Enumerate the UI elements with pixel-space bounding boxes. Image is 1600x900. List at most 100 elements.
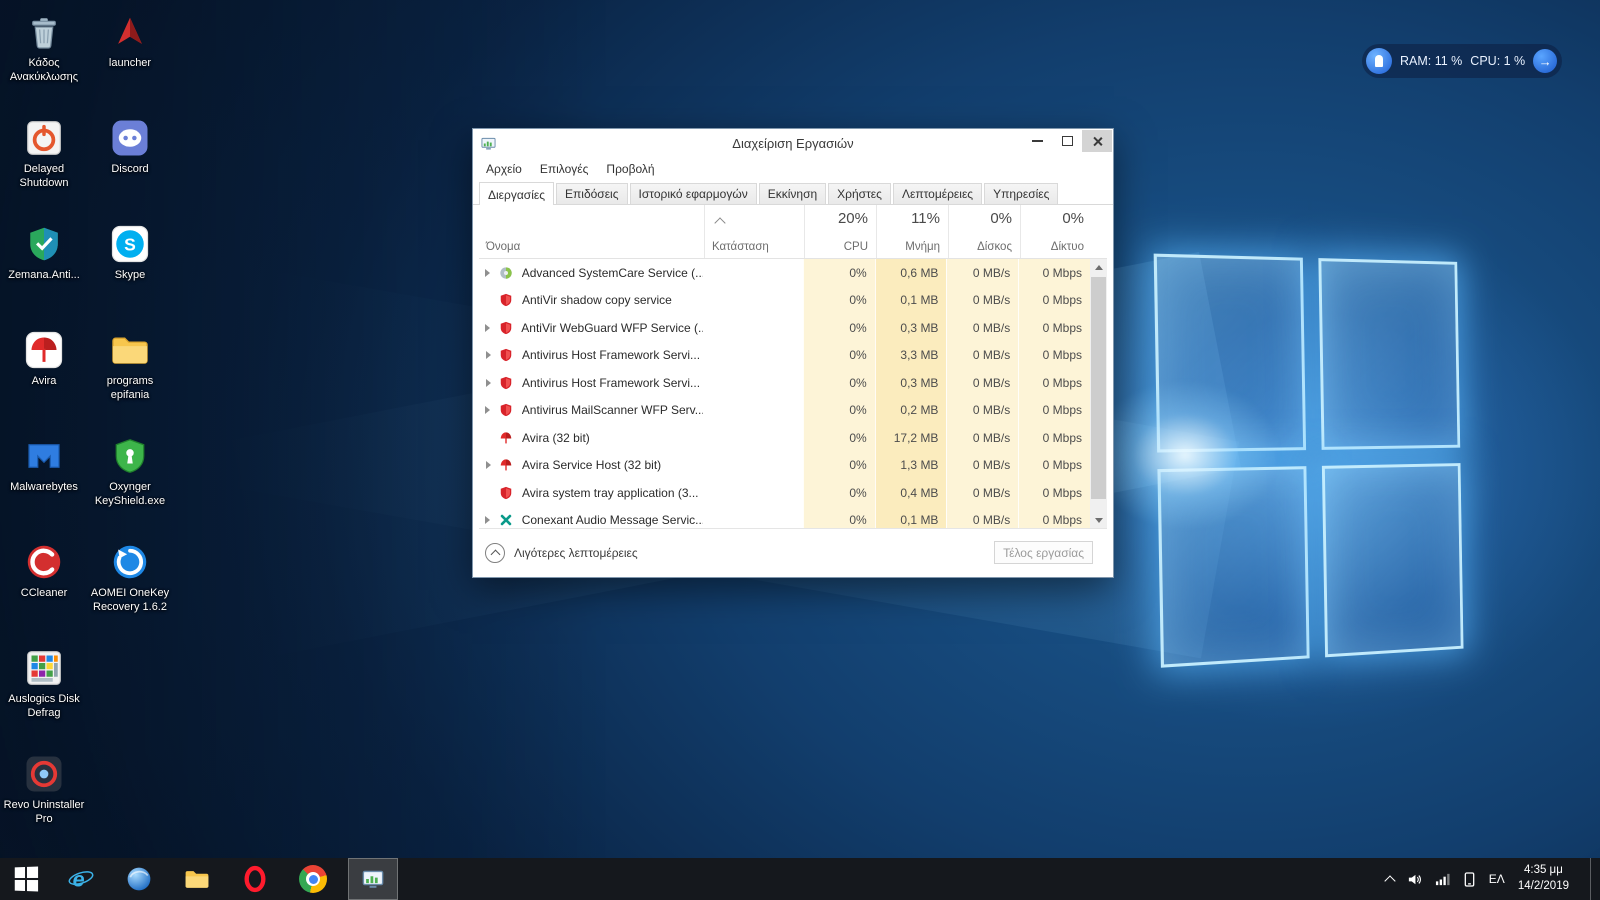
desktop-icon-launcher[interactable]: launcher xyxy=(88,6,172,112)
disk-value: 0 MB/s xyxy=(946,369,1018,397)
process-table: Όνομα Κατάσταση 20% CPU 11% Μνήμη xyxy=(479,205,1107,529)
menu-view[interactable]: Προβολή xyxy=(597,159,663,179)
table-row[interactable]: Conexant Audio Message Servic... 0% 0,1 … xyxy=(479,507,1090,530)
desktop: Κάδος Ανακύκλωσης Delayed Shutdown Zeman… xyxy=(0,0,1600,900)
chrome-button[interactable] xyxy=(284,858,342,900)
expand-chevron-icon[interactable] xyxy=(482,351,494,359)
table-row[interactable]: AntiVir WebGuard WFP Service (... 0% 0,3… xyxy=(479,314,1090,342)
table-row[interactable]: AntiVir shadow copy service 0% 0,1 MB 0 … xyxy=(479,287,1090,315)
cpu-value: 0% xyxy=(803,479,875,507)
process-status xyxy=(703,369,803,397)
task-manager-taskbar-button[interactable] xyxy=(348,858,398,900)
fewer-details-toggle[interactable]: Λιγότερες λεπτομέρειες xyxy=(485,543,638,563)
hidden-icons-chevron[interactable] xyxy=(1386,873,1394,885)
process-name: Antivirus Host Framework Servi... xyxy=(522,376,700,390)
opera-icon xyxy=(241,865,269,893)
expand-chevron-icon[interactable] xyxy=(482,406,494,414)
start-button[interactable] xyxy=(0,858,52,900)
column-header-cpu[interactable]: 20% CPU xyxy=(804,205,876,258)
minimize-button[interactable] xyxy=(1022,130,1052,152)
column-header-network[interactable]: 0% Δίκτυο xyxy=(1020,205,1092,258)
process-status xyxy=(703,424,803,452)
column-header-disk[interactable]: 0% Δίσκος xyxy=(948,205,1020,258)
internet-explorer-button[interactable]: e xyxy=(52,858,110,900)
desktop-icon-recycle-bin[interactable]: Κάδος Ανακύκλωσης xyxy=(2,6,86,112)
scroll-down-button[interactable] xyxy=(1090,512,1107,529)
column-header-name[interactable]: Όνομα xyxy=(479,205,704,258)
tab-performance[interactable]: Επιδόσεις xyxy=(556,183,628,204)
show-desktop-button[interactable] xyxy=(1590,858,1598,900)
desktop-icon-avira[interactable]: Avira xyxy=(2,324,86,430)
ccleaner-icon xyxy=(22,540,66,584)
tab-processes[interactable]: Διεργασίες xyxy=(479,182,554,205)
expand-chevron-icon[interactable] xyxy=(482,516,494,524)
desktop-icon-discord[interactable]: Discord xyxy=(88,112,172,218)
memory-value: 0,1 MB xyxy=(875,287,947,315)
desktop-icon-zemana[interactable]: Zemana.Anti... xyxy=(2,218,86,324)
defrag-blocks-icon xyxy=(22,646,66,690)
expand-chevron-icon[interactable] xyxy=(482,379,494,387)
table-header: Όνομα Κατάσταση 20% CPU 11% Μνήμη xyxy=(479,205,1107,259)
desktop-icon-oxynger[interactable]: Oxynger KeyShield.exe xyxy=(88,430,172,536)
network-value: 0 Mbps xyxy=(1018,397,1090,425)
menu-file[interactable]: Αρχείο xyxy=(477,159,531,179)
network-value: 0 Mbps xyxy=(1018,369,1090,397)
table-row[interactable]: Avira (32 bit) 0% 17,2 MB 0 MB/s 0 Mbps xyxy=(479,424,1090,452)
desktop-icon-delayed-shutdown[interactable]: Delayed Shutdown xyxy=(2,112,86,218)
device-icon[interactable] xyxy=(1463,872,1476,887)
language-indicator[interactable]: ΕΛ xyxy=(1489,872,1505,886)
tab-users[interactable]: Χρήστες xyxy=(828,183,891,204)
column-header-memory[interactable]: 11% Μνήμη xyxy=(876,205,948,258)
desktop-icon-auslogics-defrag[interactable]: Auslogics Disk Defrag xyxy=(2,642,86,748)
scroll-up-button[interactable] xyxy=(1090,259,1107,276)
process-status xyxy=(703,507,803,530)
windows-start-icon xyxy=(15,867,38,892)
process-status xyxy=(703,452,803,480)
table-row[interactable]: Avira Service Host (32 bit) 0% 1,3 MB 0 … xyxy=(479,452,1090,480)
network-value: 0 Mbps xyxy=(1018,479,1090,507)
clock[interactable]: 4:35 μμ 14/2/2019 xyxy=(1518,863,1569,894)
tab-details[interactable]: Λεπτομέρειες xyxy=(893,183,982,204)
opera-button[interactable] xyxy=(226,858,284,900)
table-row[interactable]: Advanced SystemCare Service (... 0% 0,6 … xyxy=(479,259,1090,287)
expand-chevron-icon[interactable] xyxy=(482,461,494,469)
desktop-icon-malwarebytes[interactable]: Malwarebytes xyxy=(2,430,86,536)
desktop-icon-skype[interactable]: S Skype xyxy=(88,218,172,324)
boost-arrow-button[interactable]: → xyxy=(1533,49,1557,73)
close-button[interactable] xyxy=(1082,130,1112,152)
systemcare-process-icon xyxy=(499,266,515,280)
internet-explorer-icon: e xyxy=(66,864,96,894)
tab-startup[interactable]: Εκκίνηση xyxy=(759,183,826,204)
volume-icon[interactable] xyxy=(1407,872,1422,887)
table-row[interactable]: Avira system tray application (3... 0% 0… xyxy=(479,479,1090,507)
vertical-scrollbar[interactable] xyxy=(1090,259,1107,529)
end-task-button[interactable]: Τέλος εργασίας xyxy=(994,541,1093,564)
column-header-status[interactable]: Κατάσταση xyxy=(704,205,804,258)
performance-widget[interactable]: RAM: 11 % CPU: 1 % → xyxy=(1362,44,1562,78)
network-icon[interactable] xyxy=(1435,872,1450,887)
menu-options[interactable]: Επιλογές xyxy=(531,159,598,179)
browser-icon xyxy=(125,865,153,893)
maximize-button[interactable] xyxy=(1052,130,1082,152)
icon-label: Zemana.Anti... xyxy=(8,269,80,283)
column-label: Μνήμη xyxy=(905,241,940,253)
icon-label: Skype xyxy=(115,269,146,283)
scrollbar-thumb[interactable] xyxy=(1091,277,1106,499)
process-name: Advanced SystemCare Service (... xyxy=(522,266,704,280)
network-value: 0 Mbps xyxy=(1018,342,1090,370)
desktop-icon-ccleaner[interactable]: CCleaner xyxy=(2,536,86,642)
title-bar[interactable]: Διαχείριση Εργασιών xyxy=(473,129,1113,157)
expand-chevron-icon[interactable] xyxy=(482,269,494,277)
tab-app-history[interactable]: Ιστορικό εφαρμογών xyxy=(630,183,757,204)
table-row[interactable]: Antivirus Host Framework Servi... 0% 0,3… xyxy=(479,369,1090,397)
desktop-icon-revo[interactable]: Revo Uninstaller Pro xyxy=(2,748,86,854)
expand-chevron-icon[interactable] xyxy=(482,324,494,332)
tab-services[interactable]: Υπηρεσίες xyxy=(984,183,1058,204)
table-row[interactable]: Antivirus Host Framework Servi... 0% 3,3… xyxy=(479,342,1090,370)
browser-button[interactable] xyxy=(110,858,168,900)
file-explorer-button[interactable] xyxy=(168,858,226,900)
table-row[interactable]: Antivirus MailScanner WFP Serv... 0% 0,2… xyxy=(479,397,1090,425)
icon-label: Revo Uninstaller Pro xyxy=(2,799,86,827)
desktop-icon-programs-epifania[interactable]: programs epifania xyxy=(88,324,172,430)
desktop-icon-aomei[interactable]: AOMEI OneKey Recovery 1.6.2 xyxy=(88,536,172,642)
